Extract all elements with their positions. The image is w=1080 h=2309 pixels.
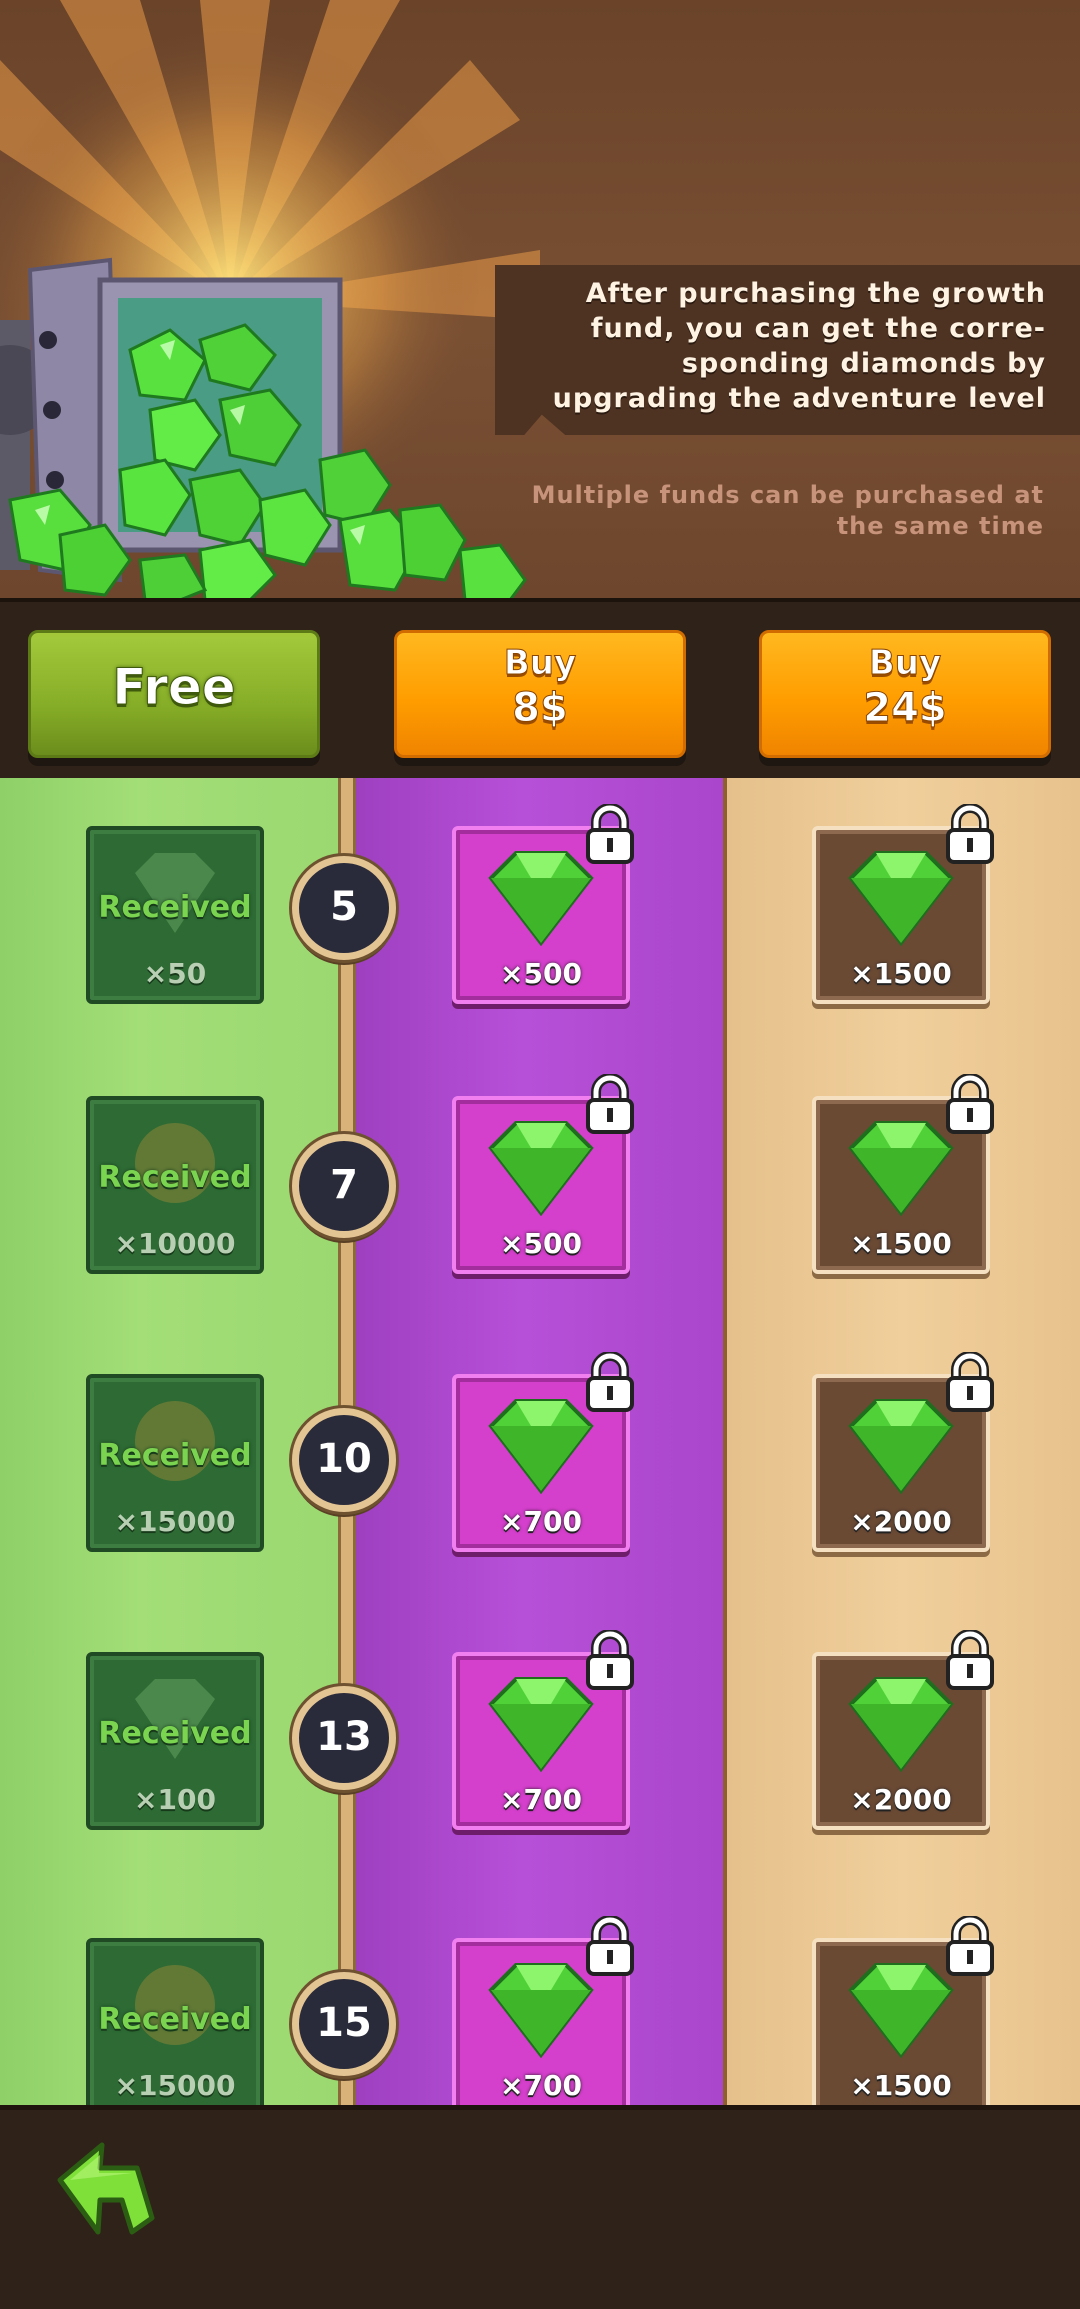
tier2-amount: ×1500 <box>850 957 952 990</box>
tier1-amount: ×700 <box>500 1783 582 1816</box>
reward-row: Received ×100 13 ×700 ×2000 <box>0 1630 1080 1852</box>
free-amount: ×15000 <box>114 2069 236 2102</box>
green-gem-icon <box>488 1677 594 1773</box>
back-arrow-icon[interactable] <box>52 2140 162 2240</box>
fund-description: After purchasing the growth fund, you ca… <box>552 278 1046 414</box>
reward-row: Received ×10000 7 ×500 ×1500 <box>0 1074 1080 1296</box>
free-reward-tile[interactable]: Received ×15000 <box>86 1938 264 2116</box>
level-badge: 7 <box>292 1134 396 1238</box>
tier2-reward-tile[interactable]: ×1500 <box>812 804 994 1004</box>
green-gem-icon <box>488 1399 594 1495</box>
reward-grid: Received ×50 5 ×500 ×1500 Received ×1000… <box>0 778 1080 2116</box>
free-amount: ×10000 <box>114 1227 236 1260</box>
free-button-label: Free <box>112 658 236 717</box>
buy-8-button[interactable]: Buy 8$ <box>394 630 686 758</box>
tier1-reward-tile[interactable]: ×700 <box>452 1352 634 1552</box>
free-reward-tile[interactable]: Received ×15000 <box>86 1374 264 1552</box>
received-label: Received <box>98 1716 252 1751</box>
reward-row: Received ×15000 10 ×700 ×2000 <box>0 1352 1080 1574</box>
tier2-reward-tile[interactable]: ×1500 <box>812 1074 994 1274</box>
tier2-amount: ×1500 <box>850 1227 952 1260</box>
padlock-icon <box>586 1916 634 1976</box>
tier1-amount: ×700 <box>500 1505 582 1538</box>
tier-button-bar: Free Buy 8$ Buy 24$ <box>0 598 1080 782</box>
level-badge: 5 <box>292 856 396 960</box>
vault-icon <box>0 257 527 600</box>
green-gem-icon <box>488 1121 594 1217</box>
bottom-bar <box>0 2105 1080 2309</box>
free-reward-tile[interactable]: Received ×10000 <box>86 1096 264 1274</box>
free-amount: ×50 <box>143 957 207 990</box>
free-tier-button[interactable]: Free <box>28 630 320 758</box>
tier2-amount: ×1500 <box>850 2069 952 2102</box>
fund-note: Multiple funds can be purchased at the s… <box>531 481 1044 540</box>
free-amount: ×15000 <box>114 1505 236 1538</box>
level-badge: 10 <box>292 1408 396 1512</box>
tier2-reward-tile[interactable]: ×2000 <box>812 1352 994 1552</box>
green-gem-icon <box>488 1963 594 2059</box>
padlock-icon <box>586 804 634 864</box>
level-badge: 15 <box>292 1972 396 2076</box>
tier1-reward-tile[interactable]: ×700 <box>452 1916 634 2116</box>
green-gem-icon <box>848 1121 954 1217</box>
padlock-icon <box>586 1074 634 1134</box>
buy-button-label: Buy <box>503 643 577 684</box>
padlock-icon <box>586 1630 634 1690</box>
green-gem-icon <box>848 1963 954 2059</box>
tier1-reward-tile[interactable]: ×500 <box>452 1074 634 1274</box>
received-label: Received <box>98 1160 252 1195</box>
tier1-amount: ×500 <box>500 957 582 990</box>
header-banner: After purchasing the growth fund, you ca… <box>0 0 1080 600</box>
free-reward-tile[interactable]: Received ×50 <box>86 826 264 1004</box>
padlock-icon <box>946 1074 994 1134</box>
free-amount: ×100 <box>134 1783 216 1816</box>
reward-row: Received ×50 5 ×500 ×1500 <box>0 804 1080 1026</box>
buy-button-label: Buy <box>868 643 942 684</box>
received-label: Received <box>98 890 252 925</box>
received-label: Received <box>98 1438 252 1473</box>
padlock-icon <box>946 1630 994 1690</box>
tier1-reward-tile[interactable]: ×500 <box>452 804 634 1004</box>
tier1-amount: ×500 <box>500 1227 582 1260</box>
buy-button-price: 8$ <box>512 685 569 732</box>
buy-button-price: 24$ <box>863 685 948 732</box>
green-gem-icon <box>488 851 594 947</box>
tier1-reward-tile[interactable]: ×700 <box>452 1630 634 1830</box>
green-gem-icon <box>848 1399 954 1495</box>
tier2-reward-tile[interactable]: ×1500 <box>812 1916 994 2116</box>
padlock-icon <box>946 1916 994 1976</box>
tier2-reward-tile[interactable]: ×2000 <box>812 1630 994 1830</box>
padlock-icon <box>586 1352 634 1412</box>
green-gem-icon <box>848 851 954 947</box>
level-badge: 13 <box>292 1686 396 1790</box>
tier2-amount: ×2000 <box>850 1505 952 1538</box>
free-reward-tile[interactable]: Received ×100 <box>86 1652 264 1830</box>
received-label: Received <box>98 2002 252 2037</box>
padlock-icon <box>946 804 994 864</box>
tier1-amount: ×700 <box>500 2069 582 2102</box>
tier2-amount: ×2000 <box>850 1783 952 1816</box>
padlock-icon <box>946 1352 994 1412</box>
green-gem-icon <box>848 1677 954 1773</box>
buy-24-button[interactable]: Buy 24$ <box>759 630 1051 758</box>
